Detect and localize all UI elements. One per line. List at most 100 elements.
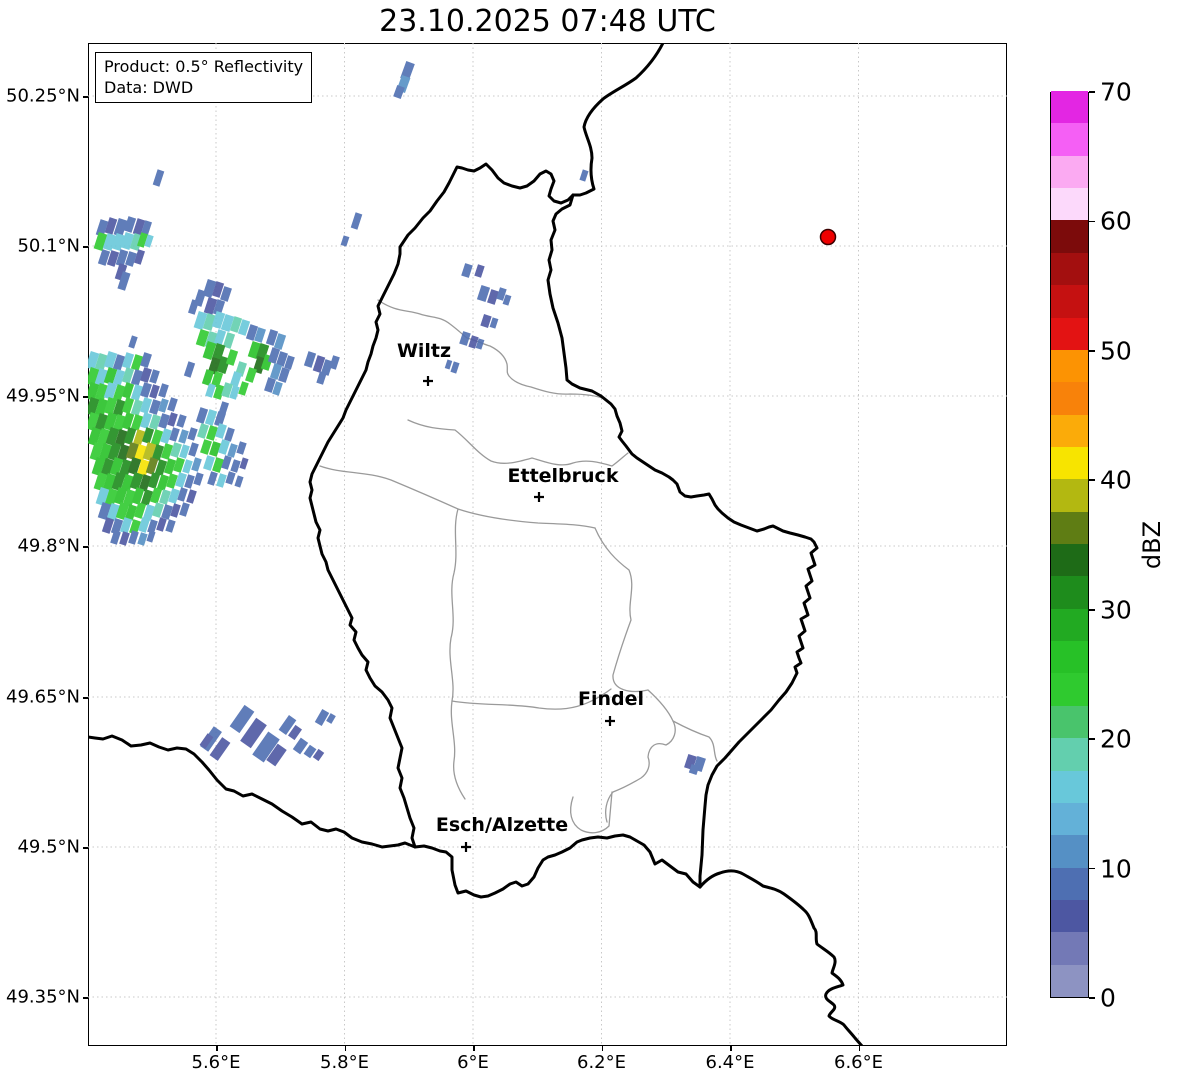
colorbar-color-block — [1051, 543, 1088, 577]
city-marker-cross — [461, 842, 471, 852]
radar-cell — [160, 428, 172, 444]
radar-cell — [158, 383, 169, 398]
colorbar-tick-label: 40 — [1100, 465, 1132, 495]
radar-cell — [236, 441, 247, 455]
colorbar-tick-label: 10 — [1100, 854, 1132, 884]
district-borders — [319, 299, 718, 834]
legend-product-line: Product: 0.5° Reflectivity — [104, 57, 304, 76]
x-tick-label: 6.2°E — [577, 1052, 626, 1073]
colorbar-color-block — [1051, 187, 1088, 221]
france-belgium-border — [88, 734, 702, 899]
colorbar-color-block — [1051, 867, 1088, 900]
colorbar-color-block — [1051, 705, 1088, 739]
radar-cell — [239, 457, 249, 470]
radar-reflectivity-cells — [88, 61, 706, 776]
colorbar-color-block — [1051, 381, 1088, 415]
y-tick-mark — [83, 96, 88, 98]
colorbar-color-block — [1051, 575, 1088, 609]
radar-cell — [216, 473, 227, 488]
colorbar-color-block — [1051, 90, 1088, 124]
city-label: Findel — [578, 688, 644, 710]
district-border-line — [449, 508, 466, 800]
colorbar-axis-label: dBZ — [1138, 520, 1167, 570]
radar-cell — [489, 317, 499, 329]
y-tick-mark — [83, 546, 88, 548]
city-label: Ettelbruck — [508, 465, 619, 487]
colorbar-color-block — [1051, 834, 1088, 868]
radar-cell — [152, 169, 165, 187]
y-tick-label: 49.35°N — [6, 986, 80, 1008]
y-tick-label: 49.5°N — [17, 836, 80, 858]
colorbar-color-block — [1051, 608, 1088, 642]
radar-cell — [158, 398, 169, 413]
colorbar-color-block — [1051, 155, 1088, 189]
map-plot: Wiltz Ettelbruck Findel Esch/Alzette — [88, 43, 1007, 1046]
radar-cell — [225, 471, 236, 485]
y-tick-mark — [83, 847, 88, 849]
legend-data-line: Data: DWD — [104, 78, 194, 97]
y-tick-label: 50.1°N — [17, 235, 80, 257]
colorbar-tick-label: 0 — [1100, 983, 1116, 1013]
radar-cell — [137, 532, 148, 546]
colorbar-tick-mark — [1089, 867, 1095, 870]
y-tick-mark — [83, 246, 88, 248]
radar-cell — [183, 361, 196, 378]
colorbar — [1050, 90, 1089, 998]
city-esch-alzette: Esch/Alzette — [436, 814, 568, 852]
colorbar-color-block — [1051, 219, 1088, 253]
colorbar-tick-label: 30 — [1100, 595, 1132, 625]
radar-cell — [166, 473, 178, 489]
city-wiltz: Wiltz — [397, 340, 451, 386]
radar-cell — [191, 457, 202, 472]
radar-cell — [187, 427, 198, 441]
x-tick-label: 6°E — [457, 1052, 489, 1073]
y-tick-mark — [83, 997, 88, 999]
radar-cell — [234, 475, 244, 488]
radar-cell — [140, 352, 152, 368]
radar-cell — [340, 235, 350, 247]
x-tick-mark — [344, 1046, 346, 1051]
x-tick-label: 5.6°E — [191, 1052, 241, 1073]
x-tick-label: 6.4°E — [705, 1052, 755, 1073]
x-tick-label: 5.8°E — [320, 1052, 369, 1073]
colorbar-color-block — [1051, 478, 1088, 512]
city-marker-cross — [534, 492, 544, 502]
map-title: 23.10.2025 07:48 UTC — [379, 4, 716, 39]
radar-cell — [188, 299, 199, 315]
colorbar-tick-mark — [1089, 738, 1095, 740]
colorbar-tick-label: 60 — [1100, 206, 1132, 236]
radar-cell — [167, 412, 178, 427]
colorbar-color-block — [1051, 349, 1088, 383]
radar-station-marker — [819, 228, 837, 246]
radar-cell — [128, 335, 138, 349]
radar-cell — [474, 264, 485, 278]
radar-cell — [238, 381, 249, 396]
colorbar-tick-label: 20 — [1100, 724, 1132, 754]
radar-cell — [156, 517, 167, 532]
colorbar-tick-mark — [1089, 91, 1095, 93]
colorbar-color-block — [1051, 931, 1088, 965]
colorbar-color-block — [1051, 899, 1088, 933]
radar-cell — [227, 443, 238, 458]
radar-cell — [170, 503, 181, 518]
country-borders — [88, 43, 864, 1046]
district-border-line — [407, 419, 629, 467]
radar-cell — [245, 367, 257, 383]
radar-cell — [461, 263, 473, 278]
radar-cell — [314, 709, 330, 726]
colorbar-tick-label: 70 — [1100, 77, 1132, 107]
y-tick-label: 49.95°N — [6, 385, 80, 407]
radar-cell — [350, 212, 363, 230]
city-label: Wiltz — [397, 340, 451, 362]
x-tick-mark — [473, 1046, 475, 1051]
district-border-line — [594, 527, 649, 693]
radar-cell — [179, 502, 190, 517]
colorbar-color-block — [1051, 802, 1088, 836]
radar-cell — [393, 84, 405, 100]
colorbar-color-block — [1051, 672, 1088, 706]
colorbar-color-block — [1051, 317, 1088, 350]
radar-cell — [165, 519, 176, 533]
radar-cell — [167, 397, 178, 412]
radar-cell — [225, 349, 239, 366]
radar-cell — [207, 471, 218, 486]
